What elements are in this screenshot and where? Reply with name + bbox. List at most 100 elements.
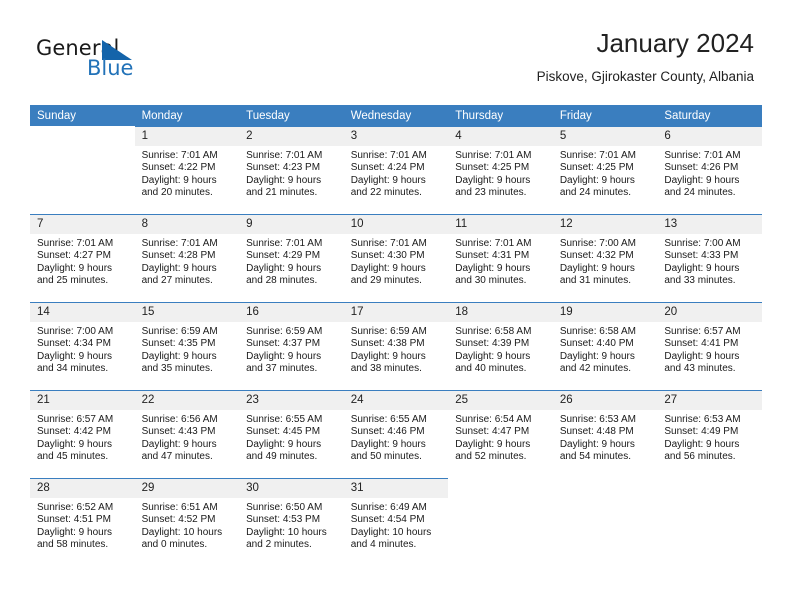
calendar-day-cell[interactable]: 23 Sunrise: 6:55 AM Sunset: 4:45 PM Dayligh…	[239, 390, 344, 478]
calendar-day-cell[interactable]: 12 Sunrise: 7:00 AM Sunset: 4:32 PM Dayligh…	[552, 214, 658, 302]
daylight-text-line2: and 0 minutes.	[141, 539, 208, 551]
day-info: Sunrise: 6:50 AM Sunset: 4:53 PM Daylight:…	[239, 498, 344, 552]
calendar-week-row: 14 Sunrise: 7:00 AM Sunset: 4:34 PM Dayligh…	[30, 302, 762, 390]
day-number: 20	[657, 303, 762, 322]
day-info: Sunrise: 7:01 AM Sunset: 4:26 PM Daylight:…	[657, 146, 762, 200]
sunrise-text: Sunrise: 7:01 AM	[455, 238, 532, 249]
sunset-text: Sunset: 4:47 PM	[455, 426, 530, 438]
sunset-text: Sunset: 4:37 PM	[246, 338, 321, 350]
sunrise-text: Sunrise: 7:01 AM	[350, 150, 427, 161]
calendar-day-cell[interactable]: 17 Sunrise: 6:59 AM Sunset: 4:38 PM Dayligh…	[343, 302, 449, 390]
sunset-text: Sunset: 4:32 PM	[559, 250, 634, 262]
daylight-text-line2: and 43 minutes.	[664, 363, 736, 375]
daylight-text-line2: and 52 minutes.	[455, 451, 527, 463]
daylight-text-line2: and 33 minutes.	[664, 275, 736, 287]
calendar-day-cell[interactable]: 9 Sunrise: 7:01 AM Sunset: 4:29 PM Daylight…	[239, 214, 344, 302]
calendar-day-cell[interactable]: 31 Sunrise: 6:49 AM Sunset: 4:54 PM Dayligh…	[343, 478, 449, 566]
daylight-text-line1: Daylight: 10 hours	[141, 526, 223, 538]
weekday-header-tuesday: Tuesday	[239, 105, 344, 126]
calendar-page: General Blue January 2024 Piskove, Gjiro…	[0, 0, 792, 612]
brand-logo[interactable]: General Blue	[36, 36, 256, 88]
calendar-day-cell[interactable]: 13 Sunrise: 7:00 AM Sunset: 4:33 PM Dayligh…	[657, 214, 762, 302]
calendar-day-cell[interactable]: 2 Sunrise: 7:01 AM Sunset: 4:23 PM Daylight…	[239, 126, 344, 214]
daylight-text-line2: and 45 minutes.	[37, 451, 109, 463]
calendar-day-cell[interactable]: 19 Sunrise: 6:58 AM Sunset: 4:40 PM Dayligh…	[552, 302, 658, 390]
day-info: Sunrise: 6:53 AM Sunset: 4:49 PM Daylight:…	[657, 410, 762, 464]
sunset-text: Sunset: 4:34 PM	[37, 338, 111, 350]
sunset-text: Sunset: 4:25 PM	[455, 162, 530, 174]
calendar-day-cell[interactable]: 21 Sunrise: 6:57 AM Sunset: 4:42 PM Dayligh…	[30, 390, 135, 478]
day-info: Sunrise: 7:01 AM Sunset: 4:31 PM Daylight:…	[448, 234, 553, 288]
day-number: 15	[134, 303, 240, 322]
day-cell-content: 31 Sunrise: 6:49 AM Sunset: 4:54 PM Dayligh…	[343, 478, 449, 566]
calendar-day-cell[interactable]: 7 Sunrise: 7:01 AM Sunset: 4:27 PM Daylight…	[30, 214, 135, 302]
calendar-header-row: Sunday Monday Tuesday Wednesday Thursday…	[30, 105, 762, 126]
calendar-day-cell[interactable]: 22 Sunrise: 6:56 AM Sunset: 4:43 PM Dayligh…	[134, 390, 240, 478]
day-number: 31	[343, 479, 449, 498]
day-number: 13	[657, 215, 762, 234]
day-cell-content: 16 Sunrise: 6:59 AM Sunset: 4:37 PM Dayligh…	[239, 302, 344, 390]
calendar-day-cell[interactable]: 11 Sunrise: 7:01 AM Sunset: 4:31 PM Dayligh…	[448, 214, 553, 302]
calendar-day-cell-empty	[30, 126, 135, 214]
title-block: January 2024 Piskove, Gjirokaster County…	[537, 28, 754, 85]
daylight-text-line2: and 28 minutes.	[246, 275, 318, 287]
sunrise-text: Sunrise: 6:50 AM	[246, 502, 323, 513]
day-info: Sunrise: 6:53 AM Sunset: 4:48 PM Daylight:…	[553, 410, 658, 464]
sunrise-text: Sunrise: 6:54 AM	[455, 414, 532, 425]
calendar-day-cell[interactable]: 18 Sunrise: 6:58 AM Sunset: 4:39 PM Dayligh…	[448, 302, 553, 390]
day-cell-content: 30 Sunrise: 6:50 AM Sunset: 4:53 PM Dayligh…	[239, 478, 344, 566]
calendar-day-cell[interactable]: 27 Sunrise: 6:53 AM Sunset: 4:49 PM Dayligh…	[657, 390, 762, 478]
daylight-text-line2: and 56 minutes.	[664, 451, 736, 463]
calendar-day-cell[interactable]: 6 Sunrise: 7:01 AM Sunset: 4:26 PM Daylight…	[657, 126, 762, 214]
day-cell-content: 2 Sunrise: 7:01 AM Sunset: 4:23 PM Daylight…	[239, 126, 344, 214]
calendar-day-cell[interactable]: 10 Sunrise: 7:01 AM Sunset: 4:30 PM Dayligh…	[343, 214, 449, 302]
empty-cell	[657, 478, 762, 566]
daylight-text-line2: and 54 minutes.	[559, 451, 631, 463]
daylight-text-line1: Daylight: 9 hours	[559, 438, 635, 450]
calendar-day-cell[interactable]: 4 Sunrise: 7:01 AM Sunset: 4:25 PM Daylight…	[448, 126, 553, 214]
day-number: 24	[343, 391, 449, 410]
sunrise-text: Sunrise: 6:59 AM	[246, 326, 323, 337]
daylight-text-line2: and 24 minutes.	[559, 187, 631, 199]
daylight-text-line2: and 47 minutes.	[141, 451, 213, 463]
calendar-day-cell[interactable]: 3 Sunrise: 7:01 AM Sunset: 4:24 PM Daylight…	[343, 126, 449, 214]
day-info: Sunrise: 6:58 AM Sunset: 4:39 PM Daylight:…	[448, 322, 553, 376]
sunrise-text: Sunrise: 7:00 AM	[664, 238, 741, 249]
day-info: Sunrise: 6:55 AM Sunset: 4:46 PM Daylight:…	[344, 410, 449, 464]
calendar-day-cell[interactable]: 29 Sunrise: 6:51 AM Sunset: 4:52 PM Dayligh…	[134, 478, 240, 566]
calendar-day-cell[interactable]: 15 Sunrise: 6:59 AM Sunset: 4:35 PM Dayligh…	[134, 302, 240, 390]
calendar-day-cell[interactable]: 26 Sunrise: 6:53 AM Sunset: 4:48 PM Dayligh…	[552, 390, 658, 478]
calendar-day-cell[interactable]: 30 Sunrise: 6:50 AM Sunset: 4:53 PM Dayligh…	[239, 478, 344, 566]
day-number: 28	[30, 479, 135, 498]
day-cell-content: 28 Sunrise: 6:52 AM Sunset: 4:51 PM Dayligh…	[30, 478, 135, 566]
daylight-text-line1: Daylight: 9 hours	[37, 526, 113, 538]
day-cell-content: 18 Sunrise: 6:58 AM Sunset: 4:39 PM Dayligh…	[448, 302, 553, 390]
calendar-day-cell[interactable]: 28 Sunrise: 6:52 AM Sunset: 4:51 PM Dayligh…	[30, 478, 135, 566]
daylight-text-line1: Daylight: 9 hours	[559, 174, 635, 186]
day-number: 26	[552, 391, 658, 410]
day-number: 5	[552, 127, 658, 146]
calendar-day-cell[interactable]: 8 Sunrise: 7:01 AM Sunset: 4:28 PM Daylight…	[134, 214, 240, 302]
sunset-text: Sunset: 4:54 PM	[350, 514, 425, 526]
day-number: 29	[134, 479, 240, 498]
daylight-text-line1: Daylight: 9 hours	[246, 262, 322, 274]
day-number: 4	[448, 127, 553, 146]
sunset-text: Sunset: 4:48 PM	[559, 426, 634, 438]
calendar-day-cell[interactable]: 16 Sunrise: 6:59 AM Sunset: 4:37 PM Dayligh…	[239, 302, 344, 390]
sunrise-text: Sunrise: 6:55 AM	[350, 414, 427, 425]
weekday-header-saturday: Saturday	[657, 105, 762, 126]
calendar-day-cell[interactable]: 24 Sunrise: 6:55 AM Sunset: 4:46 PM Dayligh…	[343, 390, 449, 478]
day-info: Sunrise: 6:49 AM Sunset: 4:54 PM Daylight:…	[344, 498, 449, 552]
empty-cell	[30, 126, 135, 214]
day-cell-content: 10 Sunrise: 7:01 AM Sunset: 4:30 PM Dayligh…	[343, 214, 449, 302]
sunrise-text: Sunrise: 7:00 AM	[37, 326, 114, 337]
day-info: Sunrise: 7:01 AM Sunset: 4:27 PM Daylight:…	[30, 234, 135, 288]
calendar-day-cell[interactable]: 1 Sunrise: 7:01 AM Sunset: 4:22 PM Daylight…	[134, 126, 240, 214]
calendar-day-cell[interactable]: 25 Sunrise: 6:54 AM Sunset: 4:47 PM Dayligh…	[448, 390, 553, 478]
calendar-day-cell[interactable]: 20 Sunrise: 6:57 AM Sunset: 4:41 PM Dayligh…	[657, 302, 762, 390]
sunrise-text: Sunrise: 7:01 AM	[350, 238, 427, 249]
calendar-day-cell[interactable]: 5 Sunrise: 7:01 AM Sunset: 4:25 PM Daylight…	[552, 126, 658, 214]
calendar-day-cell[interactable]: 14 Sunrise: 7:00 AM Sunset: 4:34 PM Dayligh…	[30, 302, 135, 390]
day-number: 14	[30, 303, 135, 322]
day-cell-content: 24 Sunrise: 6:55 AM Sunset: 4:46 PM Dayligh…	[343, 390, 449, 478]
